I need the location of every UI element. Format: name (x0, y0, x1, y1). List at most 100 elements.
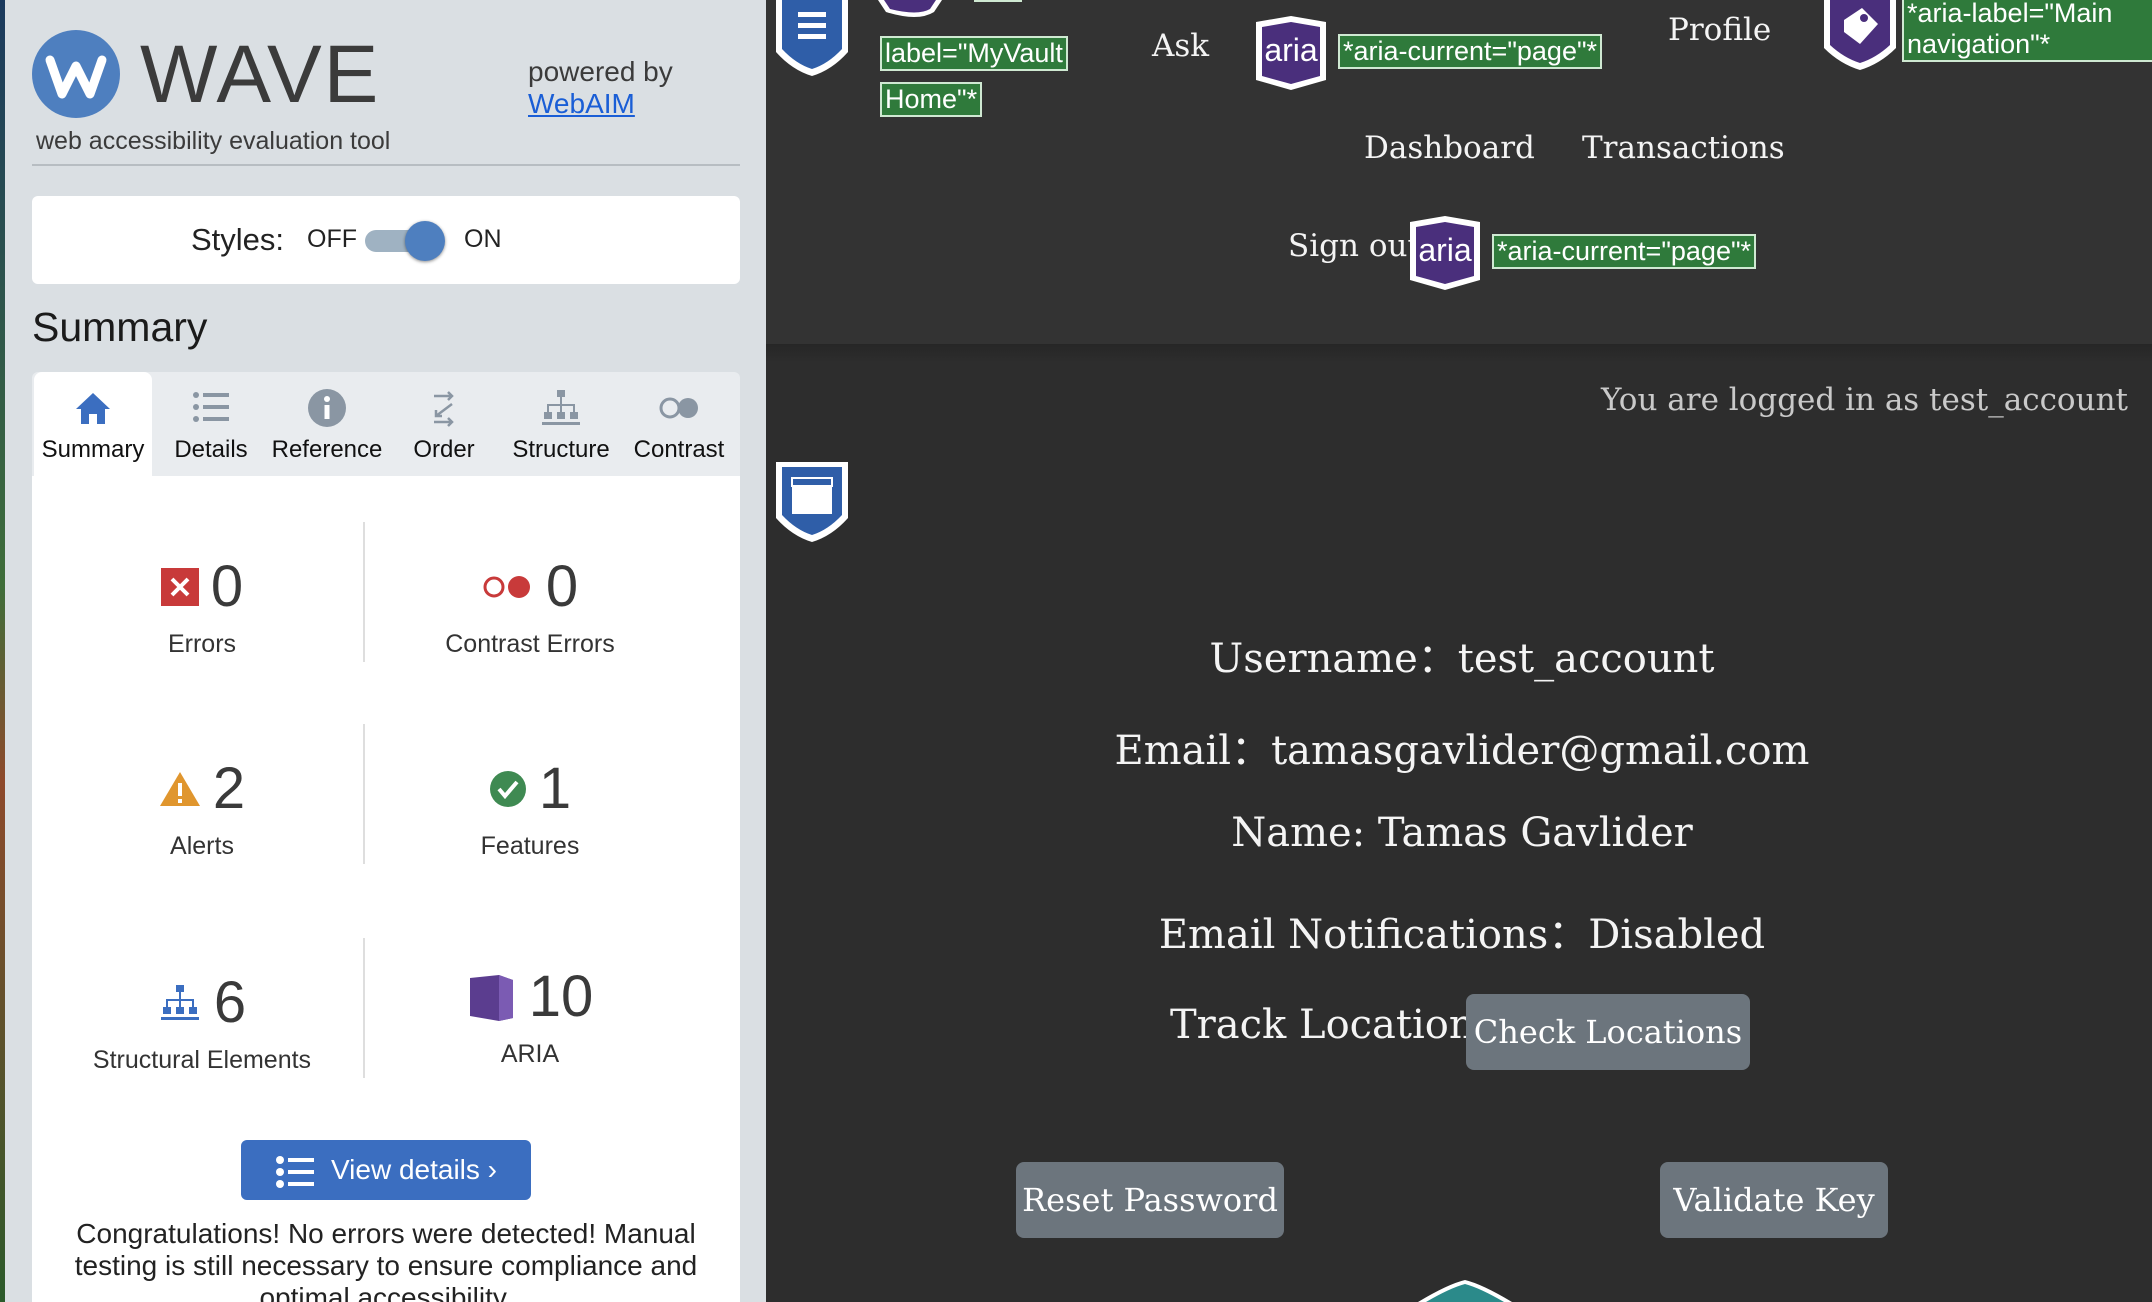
reset-password-button[interactable]: Reset Password (1016, 1162, 1284, 1238)
wave-logo-icon (32, 30, 120, 118)
tab-details[interactable]: Details (152, 372, 270, 476)
divider (363, 724, 365, 864)
check-locations-button[interactable]: Check Locations (1466, 994, 1750, 1070)
nav-profile[interactable]: Profile (1668, 12, 1771, 48)
wave-tagline: web accessibility evaluation tool (36, 127, 391, 155)
nav-transactions[interactable]: Transactions (1582, 130, 1785, 166)
divider (32, 164, 740, 166)
aria-badge-label: aria (1418, 232, 1472, 268)
alerts-label: Alerts (170, 832, 234, 860)
contrast-errors-label: Contrast Errors (445, 630, 615, 658)
view-details-button[interactable]: View details › (241, 1140, 531, 1200)
structural-label: Structural Elements (92, 1046, 312, 1074)
list-icon (275, 1155, 314, 1188)
stat-contrast-errors[interactable]: 0 Contrast Errors (380, 558, 680, 659)
header-shadow (766, 344, 2152, 362)
aria-badge-label: aria (1264, 32, 1318, 68)
stat-aria[interactable]: 10 ARIA (380, 968, 680, 1069)
wave-sidebar: WAVE web accessibility evaluation tool p… (0, 0, 766, 1302)
aria-label-tag: label="MyVault (880, 36, 1068, 72)
window-edge (0, 0, 5, 1302)
profile-name: Name: Tamas Gavlider (1231, 810, 1693, 856)
tag-icon[interactable] (1820, 0, 1900, 72)
nav-ask[interactable]: Ask (1152, 28, 1209, 64)
tab-label: Reference (271, 436, 383, 463)
tab-label: Summary (41, 436, 145, 463)
tab-label: Contrast (633, 436, 725, 463)
aria-tag-fragment (974, 0, 1022, 2)
tab-label: Order (413, 436, 475, 463)
info-icon (308, 389, 346, 427)
tag-line: navigation"* (1907, 29, 2051, 60)
aria-icon[interactable]: aria (1252, 14, 1330, 92)
powered-by-label: powered by (528, 56, 673, 87)
features-count: 1 (538, 756, 572, 821)
tab-reference[interactable]: Reference (268, 372, 386, 476)
features-label: Features (480, 832, 580, 860)
nav-sign-out[interactable]: Sign out (1288, 228, 1420, 264)
contrast-error-icon (483, 576, 530, 598)
code-icon[interactable] (1418, 1280, 1512, 1302)
profile-email: Email：tamasgavlider@gmail.com (1114, 728, 1810, 774)
styles-label: Styles: (191, 222, 285, 257)
summary-title: Summary (32, 304, 208, 350)
wave-logo-text: WAVE (140, 29, 381, 120)
list-structure-icon[interactable] (772, 0, 852, 78)
track-location-label: Track Location: (1170, 1002, 1489, 1048)
view-details-label: View details › (330, 1154, 497, 1185)
styles-toggle-panel: Styles: OFF ON (32, 196, 740, 284)
profile-username: Username：test_account (1209, 636, 1715, 682)
aria-current-tag: *aria-current="page"* (1338, 34, 1603, 70)
aria-icon (469, 975, 513, 1021)
toggle-knob (405, 221, 445, 261)
powered-by: powered by WebAIM (528, 56, 673, 120)
styles-on-label: ON (464, 225, 502, 253)
tab-summary[interactable]: Summary (34, 372, 152, 476)
aria-count: 10 (528, 964, 594, 1029)
list-icon (193, 392, 229, 422)
nav-dashboard[interactable]: Dashboard (1364, 130, 1535, 166)
tab-contrast[interactable]: Contrast (620, 372, 738, 476)
validate-key-button[interactable]: Validate Key (1660, 1162, 1888, 1238)
contrast-errors-count: 0 (545, 554, 579, 619)
divider (363, 938, 365, 1078)
errors-label: Errors (167, 630, 237, 658)
styles-toggle[interactable] (365, 221, 447, 261)
stat-features[interactable]: 1 Features (380, 760, 680, 861)
tag-line: *aria-label="Main (1907, 0, 2113, 28)
aria-icon[interactable]: aria (1406, 214, 1484, 292)
errors-count: 0 (210, 554, 244, 619)
alert-icon (159, 772, 200, 806)
congrats-message: Congratulations! No errors were detected… (74, 1218, 698, 1302)
aria-label-tag: Home"* (880, 82, 983, 118)
wave-tabs: Summary Details Reference Order Structur… (32, 372, 740, 476)
contrast-icon (659, 397, 698, 419)
main-landmark-icon[interactable] (772, 460, 852, 544)
web-page: label="MyVault Home"* Ask aria *aria-cur… (766, 0, 2152, 1302)
error-icon (160, 568, 199, 606)
structural-count: 6 (213, 970, 247, 1035)
logged-in-status: You are logged in as test_account (1601, 382, 2128, 418)
divider (363, 522, 365, 662)
alerts-count: 2 (212, 756, 246, 821)
aria-icon[interactable] (878, 0, 942, 22)
tab-structure[interactable]: Structure (502, 372, 620, 476)
stat-structural[interactable]: 6 Structural Elements (52, 974, 352, 1075)
structure-icon (160, 985, 199, 1020)
home-icon (76, 393, 110, 424)
tab-label: Details (174, 436, 248, 463)
summary-panel: 0 Errors 0 Contrast Errors 2 Alerts 1 Fe… (32, 476, 740, 1302)
aria-label-tag: *aria-label="Main navigation"* (1902, 0, 2152, 63)
order-icon (434, 391, 454, 427)
aria-label: ARIA (500, 1040, 560, 1068)
stat-errors[interactable]: 0 Errors (52, 558, 352, 659)
stat-alerts[interactable]: 2 Alerts (52, 760, 352, 861)
tab-label: Structure (512, 436, 610, 463)
styles-off-label: OFF (307, 225, 357, 253)
feature-icon (489, 771, 526, 807)
profile-notifications: Email Notifications：Disabled (1158, 912, 1766, 958)
structure-icon (542, 390, 580, 425)
webaim-link[interactable]: WebAIM (528, 88, 673, 120)
aria-current-tag: *aria-current="page"* (1492, 234, 1757, 270)
tab-order[interactable]: Order (385, 372, 503, 476)
